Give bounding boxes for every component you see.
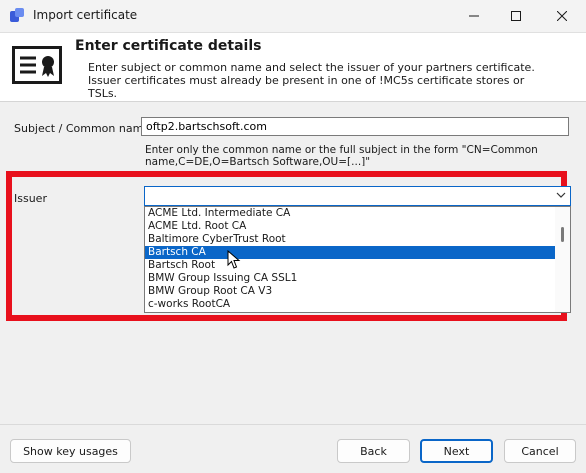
next-button[interactable]: Next	[420, 439, 493, 463]
close-icon	[556, 11, 567, 21]
chevron-down-icon[interactable]	[556, 190, 566, 200]
issuer-option[interactable]: Baltimore CyberTrust Root	[145, 233, 555, 246]
issuer-option[interactable]: ACME Ltd. Root CA	[145, 220, 555, 233]
app-icon	[10, 8, 24, 22]
maximize-icon	[510, 11, 521, 21]
maximize-button[interactable]	[493, 0, 538, 32]
mouse-pointer-icon	[227, 250, 241, 269]
issuer-option-highlighted[interactable]: Bartsch CA	[145, 246, 555, 259]
title-bar: Import certificate	[0, 0, 586, 33]
wizard-header: Enter certificate details Enter subject …	[0, 33, 586, 102]
issuer-dropdown-list[interactable]: ACME Ltd. Intermediate CA ACME Ltd. Root…	[144, 206, 571, 313]
certificate-icon	[12, 46, 62, 84]
issuer-option[interactable]: ACME Ltd. Intermediate CA	[145, 207, 555, 220]
close-button[interactable]	[539, 0, 584, 32]
issuer-option[interactable]: BMW Group Root CA V3	[145, 285, 555, 298]
minimize-icon	[468, 15, 479, 17]
dropdown-scrollbar[interactable]	[555, 207, 570, 312]
header-title: Enter certificate details	[75, 38, 262, 54]
issuer-label: Issuer	[14, 192, 47, 205]
back-button[interactable]: Back	[337, 439, 410, 463]
subject-hint: Enter only the common name or the full s…	[145, 144, 538, 166]
cancel-button[interactable]: Cancel	[504, 439, 576, 463]
issuer-option[interactable]: BMW Group Issuing CA SSL1	[145, 272, 555, 285]
show-key-usages-button[interactable]: Show key usages	[10, 439, 131, 463]
window-title: Import certificate	[33, 8, 138, 22]
issuer-option[interactable]: c-works RootCA	[145, 298, 555, 311]
subject-input[interactable]	[141, 117, 569, 136]
minimize-button[interactable]	[451, 0, 496, 32]
scrollbar-thumb[interactable]	[561, 227, 564, 242]
footer-divider	[0, 424, 586, 425]
header-description: Enter subject or common name and select …	[88, 61, 535, 100]
issuer-combobox[interactable]	[144, 186, 571, 206]
issuer-option[interactable]: Bartsch Root	[145, 259, 555, 272]
subject-label: Subject / Common name	[14, 122, 151, 135]
